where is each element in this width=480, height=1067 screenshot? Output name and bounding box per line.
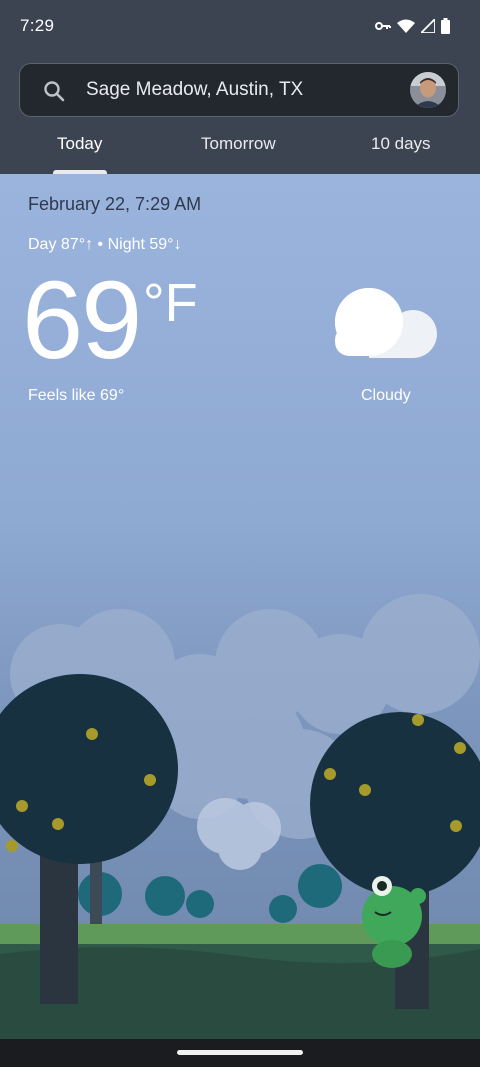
wifi-icon xyxy=(397,19,415,33)
feels-like: Feels like 69° xyxy=(28,387,125,404)
account-avatar[interactable] xyxy=(410,72,446,108)
tab-today[interactable]: Today xyxy=(57,134,102,154)
gesture-nav-bar xyxy=(0,1039,480,1067)
condition-text: Cloudy xyxy=(361,387,411,404)
avatar-image xyxy=(410,72,446,108)
weather-scene-illustration xyxy=(0,594,480,1039)
location-text[interactable]: Sage Meadow, Austin, TX xyxy=(86,79,303,101)
vpn-key-icon xyxy=(375,22,391,30)
temperature-unit[interactable]: °F xyxy=(143,276,198,330)
tab-tomorrow[interactable]: Tomorrow xyxy=(201,134,276,154)
home-handle[interactable] xyxy=(177,1050,303,1055)
status-time: 7:29 xyxy=(20,16,55,35)
signal-icon xyxy=(421,19,435,33)
forecast-tabs: Today Tomorrow 10 days xyxy=(0,122,480,174)
status-icons xyxy=(375,16,450,36)
tab-10-days[interactable]: 10 days xyxy=(371,134,431,154)
search-icon[interactable] xyxy=(42,79,66,103)
weather-panel: February 22, 7:29 AM Day 87°↑ • Night 59… xyxy=(0,174,480,1039)
status-bar: 7:29 xyxy=(0,0,480,52)
battery-icon xyxy=(441,18,450,34)
app-header: Sage Meadow, Austin, TX Today Tomorrow 1… xyxy=(0,52,480,174)
current-temperature: 69 xyxy=(22,259,142,382)
day-night-temps: Day 87°↑ • Night 59°↓ xyxy=(28,236,182,253)
cloud-icon xyxy=(335,288,437,358)
date-time: February 22, 7:29 AM xyxy=(28,194,202,214)
foreground-cloud xyxy=(197,798,281,870)
location-search-bar[interactable]: Sage Meadow, Austin, TX xyxy=(19,63,459,117)
small-trees xyxy=(78,864,342,923)
